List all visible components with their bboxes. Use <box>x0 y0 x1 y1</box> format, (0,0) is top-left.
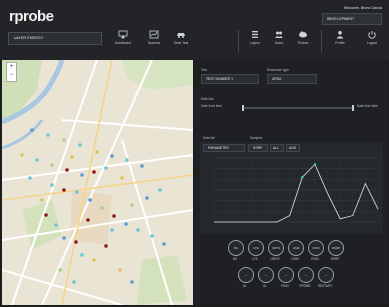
app-logo[interactable]: rprobe <box>9 8 54 25</box>
metric-button-label: 5G <box>233 246 238 250</box>
action-button-caption: PROBE <box>299 284 311 288</box>
mode-select-value: ANS <box>289 145 296 150</box>
filter-select-value: ALL <box>273 145 280 150</box>
field1-label: Test <box>201 68 207 72</box>
zoom-in-button[interactable]: + <box>7 63 16 71</box>
divider <box>321 30 322 52</box>
line-chart <box>213 157 379 223</box>
power-icon <box>368 31 376 39</box>
nav-label: Logout <box>366 41 378 45</box>
nav-label: Probes <box>297 41 309 45</box>
metric-button[interactable]: 5G <box>228 240 244 256</box>
control-panel: Test TEST NUMBER 1 ⌄ Dimension type AREA… <box>195 60 387 305</box>
nav-label: Dashboard <box>114 41 132 45</box>
welcome-text: Welcome, Bruno Garcia <box>343 6 382 10</box>
nav-profile[interactable]: Profile <box>325 28 355 53</box>
action-button[interactable]: — <box>278 267 294 283</box>
action-button-icon: — <box>284 273 288 277</box>
range-label: Date Into <box>201 97 214 101</box>
top-bar: rprobe Welcome, Bruno Garcia DEVELOPMENT… <box>0 0 389 60</box>
nav-drive-test[interactable]: Drive Test <box>166 28 196 53</box>
metric-button-label: UMTS <box>271 246 281 250</box>
monitor-icon <box>118 30 128 39</box>
metric-button-caption: RSSI <box>311 257 319 261</box>
action-button[interactable]: — <box>258 267 274 283</box>
slider-handle-end[interactable] <box>352 105 354 111</box>
metric-button[interactable]: GSM <box>288 240 304 256</box>
metric-button[interactable]: UMTS <box>268 240 284 256</box>
metric-select[interactable]: RSRP <box>248 144 268 152</box>
parameter-select[interactable]: PARAMETER <box>203 144 245 152</box>
action-button-icon: — <box>304 273 308 277</box>
environment-select[interactable]: DEVELOPMENT ⌄ <box>322 13 382 25</box>
metric-button-caption: 5G <box>232 257 238 261</box>
metric-button[interactable]: RSSI <box>308 240 324 256</box>
users-icon <box>275 31 283 38</box>
action-button[interactable]: — <box>298 267 314 283</box>
action-button-icon: — <box>324 273 328 277</box>
map-canvas[interactable] <box>2 60 193 305</box>
chevron-down-icon: ⌄ <box>327 15 332 21</box>
divider <box>238 30 239 52</box>
chevron-down-icon: ⌄ <box>206 75 210 80</box>
nav-probes[interactable]: Probes <box>288 28 318 53</box>
layer-select[interactable]: LAYER ENERGY ⌄ <box>8 32 102 45</box>
test-select[interactable]: TEST NUMBER 1 ⌄ <box>201 74 259 84</box>
dimension-select-value: AREA <box>272 76 282 81</box>
layers-icon <box>252 31 258 38</box>
river <box>2 119 44 150</box>
nav-label: Sparrow <box>147 41 161 45</box>
action-button-caption: RESTART <box>317 284 333 288</box>
slider-handle-start[interactable] <box>242 105 244 111</box>
cloud-icon <box>299 31 307 38</box>
action-button-icon: — <box>264 273 268 277</box>
field2-label: Dimension type <box>267 68 289 72</box>
metric-button-caption: UMTS <box>270 257 280 261</box>
map-view[interactable]: + − <box>2 60 193 305</box>
metric-button-label: LTE <box>253 246 259 250</box>
metric-button-caption: GSM <box>291 257 299 261</box>
action-button[interactable]: — <box>318 267 334 283</box>
action-button-caption: UL <box>262 284 268 288</box>
series-line <box>214 163 379 223</box>
metric-button[interactable]: LTE <box>248 240 264 256</box>
nav-logout[interactable]: Logout <box>357 28 387 53</box>
nav-sparrow[interactable]: Sparrow <box>139 28 169 53</box>
chart-area: PARAMETER RSRP ALL ANS <box>200 142 383 234</box>
person-icon <box>336 31 344 39</box>
action-button-caption: DL <box>242 284 248 288</box>
zoom-out-button[interactable]: − <box>7 71 16 79</box>
nav-label: Profile <box>335 41 345 45</box>
mode-select[interactable]: ANS <box>286 144 300 152</box>
dimension-select[interactable]: AREA <box>267 74 317 84</box>
data-point[interactable] <box>313 163 317 166</box>
chart-header-right: Samples <box>250 136 263 140</box>
range-end-label: Date from time <box>357 104 378 108</box>
metric-button-label: RSRP <box>331 246 341 250</box>
nav-dashboard[interactable]: Dashboard <box>108 28 138 53</box>
metric-button-caption: RSRP <box>330 257 340 261</box>
chart-header-left: Date list <box>203 136 215 140</box>
metric-button[interactable]: RSRP <box>328 240 344 256</box>
data-point[interactable] <box>301 176 304 179</box>
zoom-control[interactable]: + − <box>6 62 17 82</box>
date-range-slider[interactable] <box>242 107 353 109</box>
park-area <box>122 60 193 90</box>
action-button-icon: — <box>244 273 248 277</box>
chevron-down-icon: ⌄ <box>14 34 19 41</box>
metric-button-caption: LTE <box>252 257 258 261</box>
range-start-label: Date from time <box>201 104 222 108</box>
car-icon <box>177 33 185 38</box>
metric-select-value: RSRP <box>253 145 263 150</box>
action-button[interactable]: — <box>238 267 254 283</box>
park-area <box>137 255 187 305</box>
metric-button-label: RSSI <box>312 246 320 250</box>
filter-select[interactable]: ALL <box>270 144 284 152</box>
action-button-caption: PING <box>281 284 289 288</box>
parameter-select-value: PARAMETER <box>208 145 229 150</box>
nav-label: Drive Test <box>173 41 189 45</box>
chart-icon <box>149 30 159 39</box>
metric-button-label: GSM <box>292 246 300 250</box>
